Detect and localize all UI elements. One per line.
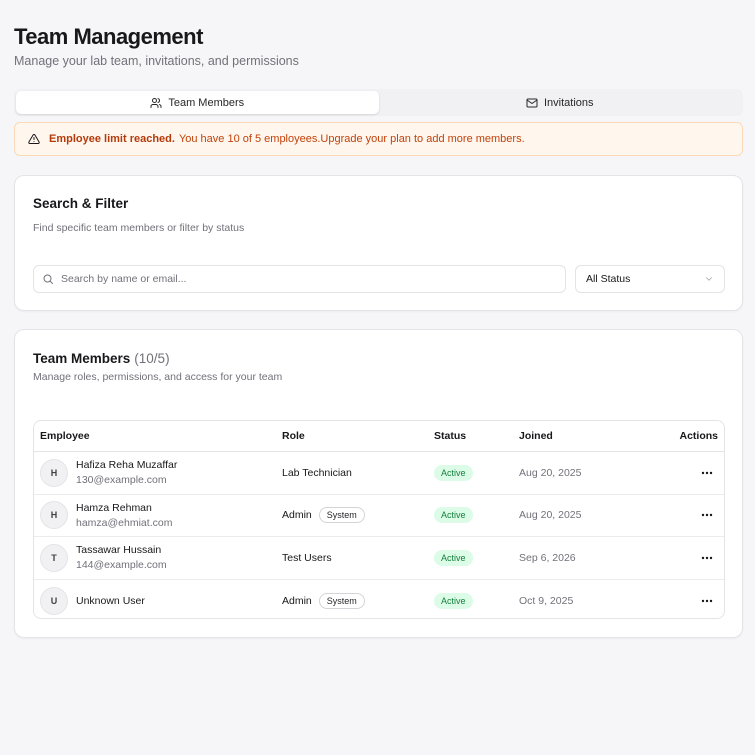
employee-email: 130@example.com (76, 474, 167, 487)
more-horizontal-icon (701, 514, 713, 517)
table-row: U Unknown User Admin System Active Oct 9,… (34, 580, 724, 619)
alert-title: Employee limit reached. (49, 133, 175, 145)
status-badge: Active (434, 592, 473, 609)
search-filter-description: Find specific team members or filter by … (33, 222, 245, 234)
team-members-title: Team Members (10/5) (33, 351, 170, 366)
table-header: Employee Role Status Joined Actions (34, 421, 724, 452)
search-filter-card: Search & Filter Find specific team membe… (14, 175, 743, 311)
upgrade-plan-link[interactable]: Upgrade your plan to add more members. (320, 133, 524, 145)
more-horizontal-icon (701, 471, 713, 474)
role-text: Lab Technician (282, 466, 352, 479)
users-icon (150, 97, 162, 108)
column-status: Status (434, 430, 467, 442)
page-title: Team Management (14, 24, 203, 49)
status-badge: Active (434, 464, 473, 481)
role-text: Admin (282, 594, 312, 607)
search-filter-title: Search & Filter (33, 196, 129, 211)
joined-date: Aug 20, 2025 (519, 466, 582, 479)
tab-team-members[interactable]: Team Members (16, 91, 379, 114)
joined-date: Aug 20, 2025 (519, 509, 582, 522)
role-text: Test Users (282, 551, 332, 564)
more-actions-button[interactable] (696, 592, 718, 610)
more-horizontal-icon (701, 599, 713, 602)
more-actions-button[interactable] (696, 549, 718, 567)
joined-date: Sep 6, 2026 (519, 551, 576, 564)
members-table: Employee Role Status Joined Actions H Ha… (33, 420, 725, 619)
team-members-card: Team Members (10/5) Manage roles, permiss… (14, 329, 743, 638)
mail-icon (526, 98, 538, 107)
status-badge: Active (434, 549, 473, 566)
status-filter-select[interactable]: All Status (575, 265, 725, 293)
status-badge: Active (434, 507, 473, 524)
tab-invitations-label: Invitations (543, 96, 594, 109)
employee-name: Hamza Rehman (76, 501, 152, 514)
column-actions: Actions (679, 430, 718, 442)
search-icon (43, 274, 53, 284)
warning-triangle-icon (28, 133, 40, 144)
chevron-down-icon (706, 277, 712, 281)
employee-email: 144@example.com (76, 559, 167, 572)
search-box (33, 265, 566, 293)
column-joined: Joined (519, 430, 553, 442)
alert-message: You have 10 of 5 employees. (178, 133, 321, 145)
team-members-description: Manage roles, permissions, and access fo… (33, 371, 283, 383)
avatar: H (40, 458, 68, 487)
joined-date: Oct 9, 2025 (519, 594, 574, 607)
table-row: T Tassawar Hussain 144@example.com Test … (34, 537, 724, 580)
column-employee: Employee (40, 430, 90, 442)
avatar: H (40, 501, 68, 530)
avatar: U (40, 586, 68, 615)
employee-limit-alert: Employee limit reached. You have 10 of 5… (14, 122, 743, 156)
employee-email: hamza@ehmiat.com (76, 516, 173, 529)
system-badge: System (318, 507, 365, 524)
tab-invitations[interactable]: Invitations (379, 91, 742, 114)
table-row: H Hafiza Reha Muzaffar 130@example.com L… (34, 452, 724, 495)
column-role: Role (282, 430, 305, 442)
employee-name: Unknown User (76, 594, 145, 607)
employee-name: Tassawar Hussain (76, 544, 162, 557)
table-row: H Hamza Rehman hamza@ehmiat.com Admin Sys… (34, 495, 724, 537)
tab-list: Team Members Invitations (14, 89, 743, 116)
more-horizontal-icon (701, 556, 713, 559)
more-actions-button[interactable] (696, 464, 718, 482)
member-count: (10/5) (134, 351, 170, 366)
system-badge: System (318, 592, 365, 609)
employee-name: Hafiza Reha Muzaffar (76, 459, 178, 472)
status-filter-value: All Status (586, 273, 631, 285)
search-input[interactable] (61, 273, 541, 285)
more-actions-button[interactable] (696, 506, 718, 524)
tab-team-members-label: Team Members (168, 96, 245, 109)
page-subtitle: Manage your lab team, invitations, and p… (14, 54, 299, 68)
role-text: Admin (282, 509, 312, 522)
team-members-title-text: Team Members (33, 351, 131, 366)
avatar: T (40, 543, 68, 572)
